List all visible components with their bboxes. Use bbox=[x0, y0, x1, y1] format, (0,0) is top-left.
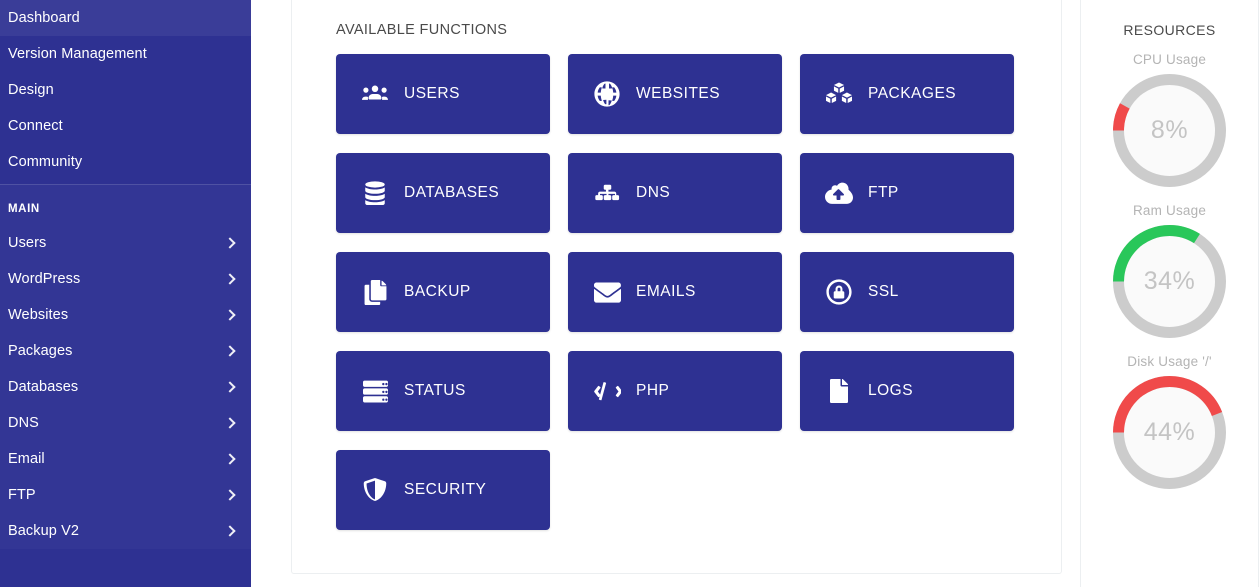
function-card-emails[interactable]: EMAILS bbox=[568, 252, 782, 332]
sidebar-group-title: MAIN bbox=[8, 203, 40, 215]
sidebar-item-dashboard[interactable]: Dashboard bbox=[0, 0, 251, 36]
sidebar-item-label: Databases bbox=[8, 378, 79, 395]
gauge-value: 44% bbox=[1143, 418, 1196, 446]
gauge-ring: 8% bbox=[1109, 70, 1230, 191]
available-functions-panel: AVAILABLE FUNCTIONS USERS WEBSITES PACKA… bbox=[291, 0, 1062, 574]
sidebar-item-label: Websites bbox=[8, 306, 69, 323]
sidebar-item-label: Connect bbox=[8, 117, 63, 134]
chevron-right-icon bbox=[225, 382, 235, 392]
function-card-status[interactable]: STATUS bbox=[336, 351, 550, 431]
function-card-label: PACKAGES bbox=[868, 85, 957, 103]
panel-title: AVAILABLE FUNCTIONS bbox=[336, 22, 508, 38]
sidebar-item-wordpress[interactable]: WordPress bbox=[0, 261, 251, 297]
sidebar-item-label: Dashboard bbox=[8, 9, 80, 26]
file-icon bbox=[824, 376, 854, 406]
globe-icon bbox=[592, 79, 622, 109]
function-card-ssl[interactable]: SSL bbox=[800, 252, 1014, 332]
chevron-right-icon bbox=[225, 490, 235, 500]
function-card-label: PHP bbox=[636, 382, 670, 400]
function-card-label: BACKUP bbox=[404, 283, 471, 301]
sidebar-item-design[interactable]: Design bbox=[0, 72, 251, 108]
sidebar-item-label: Email bbox=[8, 450, 45, 467]
sidebar-main-group: MAIN Users WordPress Websites Packages D… bbox=[0, 185, 251, 549]
function-card-users[interactable]: USERS bbox=[336, 54, 550, 134]
sitemap-icon bbox=[592, 178, 622, 208]
gauge-cpu-usage: CPU Usage 8% bbox=[1081, 40, 1258, 191]
chevron-right-icon bbox=[225, 418, 235, 428]
database-icon bbox=[360, 178, 390, 208]
chevron-right-icon bbox=[225, 274, 235, 284]
lock-circle-icon bbox=[824, 277, 854, 307]
sidebar-item-label: WordPress bbox=[8, 270, 81, 287]
sidebar-item-label: FTP bbox=[8, 486, 36, 503]
copy-icon bbox=[360, 277, 390, 307]
resources-title: RESOURCES bbox=[1123, 22, 1216, 38]
sidebar-item-label: Version Management bbox=[8, 45, 147, 62]
sidebar-item-email[interactable]: Email bbox=[0, 441, 251, 477]
function-card-label: SECURITY bbox=[404, 481, 487, 499]
function-card-dns[interactable]: DNS bbox=[568, 153, 782, 233]
gauge-disk-usage: Disk Usage '/' 44% bbox=[1081, 342, 1258, 493]
gauge-value: 34% bbox=[1143, 267, 1196, 295]
sidebar-item-label: DNS bbox=[8, 414, 39, 431]
sidebar-item-users[interactable]: Users bbox=[0, 225, 251, 261]
sidebar-item-version-management[interactable]: Version Management bbox=[0, 36, 251, 72]
gauge-label: Disk Usage '/' bbox=[1127, 354, 1212, 369]
chevron-right-icon bbox=[225, 346, 235, 356]
sidebar-item-connect[interactable]: Connect bbox=[0, 108, 251, 144]
sidebar-item-ftp[interactable]: FTP bbox=[0, 477, 251, 513]
sidebar-item-websites[interactable]: Websites bbox=[0, 297, 251, 333]
sidebar-item-packages[interactable]: Packages bbox=[0, 333, 251, 369]
sidebar-item-label: Backup V2 bbox=[8, 522, 80, 539]
function-card-websites[interactable]: WEBSITES bbox=[568, 54, 782, 134]
chevron-right-icon bbox=[225, 454, 235, 464]
gauge-ring: 34% bbox=[1109, 221, 1230, 342]
gauge-ring: 44% bbox=[1109, 372, 1230, 493]
function-card-grid: USERS WEBSITES PACKAGES DATABASES DNS FT… bbox=[336, 54, 1017, 530]
function-card-security[interactable]: SECURITY bbox=[336, 450, 550, 530]
sidebar-item-label: Users bbox=[8, 234, 47, 251]
envelope-icon bbox=[592, 277, 622, 307]
gauge-label: Ram Usage bbox=[1132, 203, 1207, 218]
gauge-value: 8% bbox=[1150, 116, 1189, 144]
sidebar: Dashboard Version Management Design Conn… bbox=[0, 0, 251, 587]
function-card-logs[interactable]: LOGS bbox=[800, 351, 1014, 431]
sidebar-item-dns[interactable]: DNS bbox=[0, 405, 251, 441]
resources-panel: RESOURCES CPU Usage 8% Ram Usage 34% Dis… bbox=[1080, 0, 1259, 587]
code-icon bbox=[592, 376, 622, 406]
gauge-label: CPU Usage bbox=[1132, 52, 1207, 67]
sidebar-item-label: Design bbox=[8, 81, 54, 98]
function-card-backup[interactable]: BACKUP bbox=[336, 252, 550, 332]
chevron-right-icon bbox=[225, 310, 235, 320]
function-card-ftp[interactable]: FTP bbox=[800, 153, 1014, 233]
sidebar-item-label: Community bbox=[8, 153, 83, 170]
server-icon bbox=[360, 376, 390, 406]
function-card-label: DNS bbox=[636, 184, 671, 202]
dashboard-page: Dashboard Version Management Design Conn… bbox=[0, 0, 1259, 587]
sidebar-item-backup-v2[interactable]: Backup V2 bbox=[0, 513, 251, 549]
users-icon bbox=[360, 79, 390, 109]
gauge-ram-usage: Ram Usage 34% bbox=[1081, 191, 1258, 342]
function-card-label: EMAILS bbox=[636, 283, 696, 301]
function-card-label: DATABASES bbox=[404, 184, 500, 202]
main-content: AVAILABLE FUNCTIONS USERS WEBSITES PACKA… bbox=[251, 0, 1080, 587]
chevron-right-icon bbox=[225, 526, 235, 536]
sidebar-item-databases[interactable]: Databases bbox=[0, 369, 251, 405]
boxes-icon bbox=[824, 79, 854, 109]
function-card-label: LOGS bbox=[868, 382, 914, 400]
sidebar-item-label: Packages bbox=[8, 342, 73, 359]
function-card-label: FTP bbox=[868, 184, 899, 202]
function-card-php[interactable]: PHP bbox=[568, 351, 782, 431]
function-card-label: WEBSITES bbox=[636, 85, 721, 103]
chevron-right-icon bbox=[225, 238, 235, 248]
cloud-upload-icon bbox=[824, 178, 854, 208]
function-card-label: STATUS bbox=[404, 382, 466, 400]
sidebar-item-community[interactable]: Community bbox=[0, 144, 251, 180]
sidebar-top-group: Dashboard Version Management Design Conn… bbox=[0, 0, 251, 180]
shield-icon bbox=[360, 475, 390, 505]
function-card-label: USERS bbox=[404, 85, 460, 103]
function-card-packages[interactable]: PACKAGES bbox=[800, 54, 1014, 134]
function-card-label: SSL bbox=[868, 283, 899, 301]
function-card-databases[interactable]: DATABASES bbox=[336, 153, 550, 233]
